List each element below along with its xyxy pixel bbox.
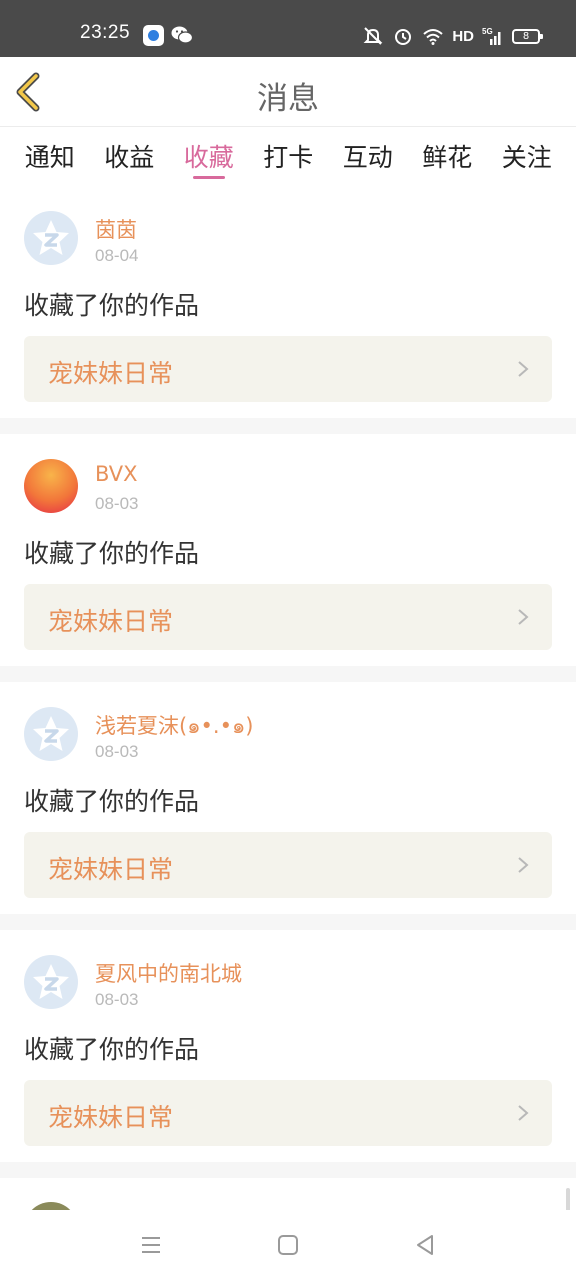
- tab-label: 关注: [501, 143, 552, 172]
- action-text: 收藏了你的作品: [24, 539, 200, 568]
- chevron-right-icon: [518, 361, 529, 377]
- status-bar: 23:25 HD 5G 8: [0, 0, 576, 57]
- tab-earnings[interactable]: 收益: [90, 128, 170, 184]
- list-item: BVX 08-03 收藏了你的作品 宠妹妹日常: [0, 434, 576, 666]
- user-name[interactable]: BVX: [95, 462, 138, 486]
- tab-label: 打卡: [263, 143, 314, 172]
- tab-label: 收益: [104, 143, 155, 172]
- action-text: 收藏了你的作品: [24, 1035, 200, 1064]
- avatar[interactable]: [24, 955, 78, 1009]
- svg-text:5G: 5G: [482, 27, 493, 36]
- tab-label: 通知: [24, 143, 75, 172]
- default-avatar-icon: [33, 964, 69, 999]
- signal-5g-icon: 5G: [482, 27, 501, 45]
- tab-flowers[interactable]: 鲜花: [408, 128, 488, 184]
- status-icons: HD 5G 8: [362, 24, 543, 48]
- tab-label: 互动: [342, 143, 393, 172]
- default-avatar-icon: [33, 220, 69, 255]
- list-item-partial: [0, 1178, 576, 1210]
- list-item: 浅若夏沫(๑•.•๑) 08-03 收藏了你的作品 宠妹妹日常: [0, 682, 576, 914]
- favorites-feed[interactable]: 茵茵 08-04 收藏了你的作品 宠妹妹日常 BVX 08-03 收藏了你的作品…: [0, 186, 576, 1210]
- avatar[interactable]: [24, 707, 78, 761]
- tab-label: 收藏: [183, 143, 234, 172]
- list-item: 茵茵 08-04 收藏了你的作品 宠妹妹日常: [0, 186, 576, 418]
- date: 08-03: [95, 742, 139, 761]
- work-title: 宠妹妹日常: [48, 855, 174, 884]
- work-link[interactable]: 宠妹妹日常: [24, 832, 552, 898]
- work-title: 宠妹妹日常: [48, 359, 174, 388]
- tab-interactions[interactable]: 互动: [328, 128, 408, 184]
- back-icon[interactable]: [412, 1232, 438, 1258]
- avatar[interactable]: [24, 459, 78, 513]
- avatar[interactable]: [24, 1202, 78, 1210]
- tab-label: 鲜花: [422, 143, 473, 172]
- work-title: 宠妹妹日常: [48, 1103, 174, 1132]
- work-link[interactable]: 宠妹妹日常: [24, 584, 552, 650]
- header: 消息: [0, 57, 576, 127]
- alarm-icon: [395, 29, 412, 45]
- tab-notifications[interactable]: 通知: [10, 128, 90, 184]
- date: 08-03: [95, 494, 139, 513]
- page-title: 消息: [257, 81, 319, 117]
- work-link[interactable]: 宠妹妹日常: [24, 1080, 552, 1146]
- work-link[interactable]: 宠妹妹日常: [24, 336, 552, 402]
- chevron-right-icon: [518, 857, 529, 873]
- network-label: HD: [452, 27, 474, 45]
- chevron-right-icon: [518, 609, 529, 625]
- home-icon[interactable]: [275, 1232, 301, 1258]
- tab-bar: 通知 收益 收藏 打卡 互动 鲜花 关注: [0, 128, 576, 184]
- chevron-right-icon: [518, 1105, 529, 1121]
- default-avatar-icon: [33, 716, 69, 751]
- action-text: 收藏了你的作品: [24, 291, 200, 320]
- tab-checkin[interactable]: 打卡: [249, 128, 329, 184]
- avatar[interactable]: [24, 211, 78, 265]
- scrollbar[interactable]: [566, 1188, 570, 1210]
- date: 08-04: [95, 246, 139, 265]
- action-text: 收藏了你的作品: [24, 787, 200, 816]
- status-time: 23:25: [80, 22, 131, 43]
- menu-icon[interactable]: [138, 1232, 164, 1258]
- app-notification-icon: [143, 25, 164, 46]
- wechat-icon: [171, 26, 193, 44]
- system-nav-bar: [0, 1210, 576, 1280]
- list-item: 夏风中的南北城 08-03 收藏了你的作品 宠妹妹日常: [0, 930, 576, 1162]
- active-tab-indicator: [192, 176, 225, 179]
- work-title: 宠妹妹日常: [48, 607, 174, 636]
- tab-favorites[interactable]: 收藏: [169, 128, 249, 184]
- mute-icon: [363, 27, 383, 45]
- tab-following[interactable]: 关注: [487, 128, 567, 184]
- user-name[interactable]: 茵茵: [95, 214, 137, 244]
- date: 08-03: [95, 990, 139, 1009]
- user-name[interactable]: 夏风中的南北城: [95, 958, 242, 988]
- user-name[interactable]: 浅若夏沫(๑•.•๑): [95, 710, 254, 743]
- wifi-icon: [423, 29, 443, 45]
- battery-icon: 8: [512, 28, 543, 44]
